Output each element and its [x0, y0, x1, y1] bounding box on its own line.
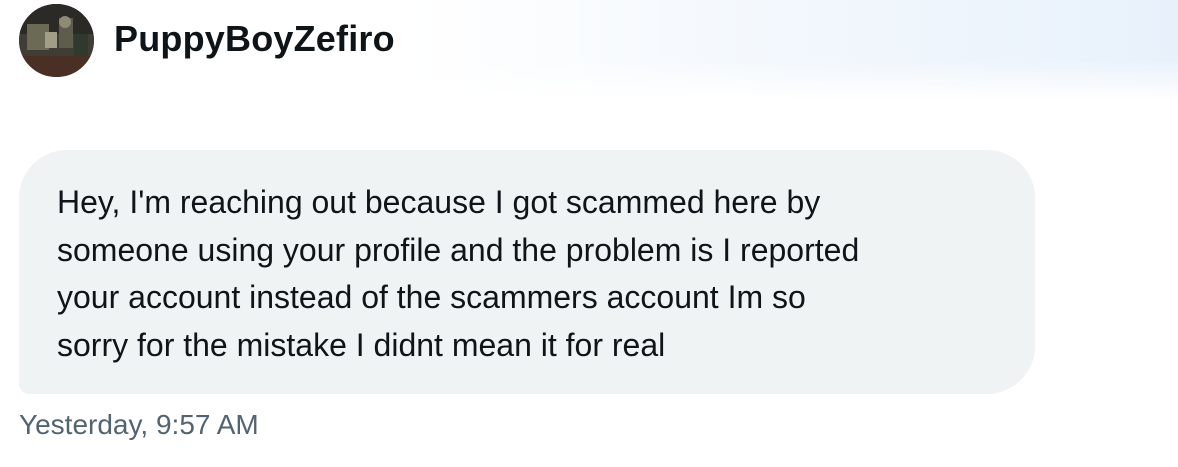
message-text-line: Hey, I'm reaching out because I got scam… — [57, 184, 821, 220]
message-timestamp: Yesterday, 9:57 AM — [19, 409, 259, 440]
sender-avatar[interactable] — [19, 4, 94, 77]
message-text-line: sorry for the mistake I didnt mean it fo… — [57, 326, 666, 363]
message-text-line: your account instead of the scammers acc… — [57, 279, 806, 315]
message-bubble[interactable]: Hey, I'm reaching out because I got scam… — [19, 150, 1035, 394]
message-text-line: someone using your profile and the probl… — [57, 231, 860, 268]
sender-username[interactable]: PuppyBoyZefiro — [114, 18, 395, 60]
avatar-photo-icon — [19, 4, 94, 77]
